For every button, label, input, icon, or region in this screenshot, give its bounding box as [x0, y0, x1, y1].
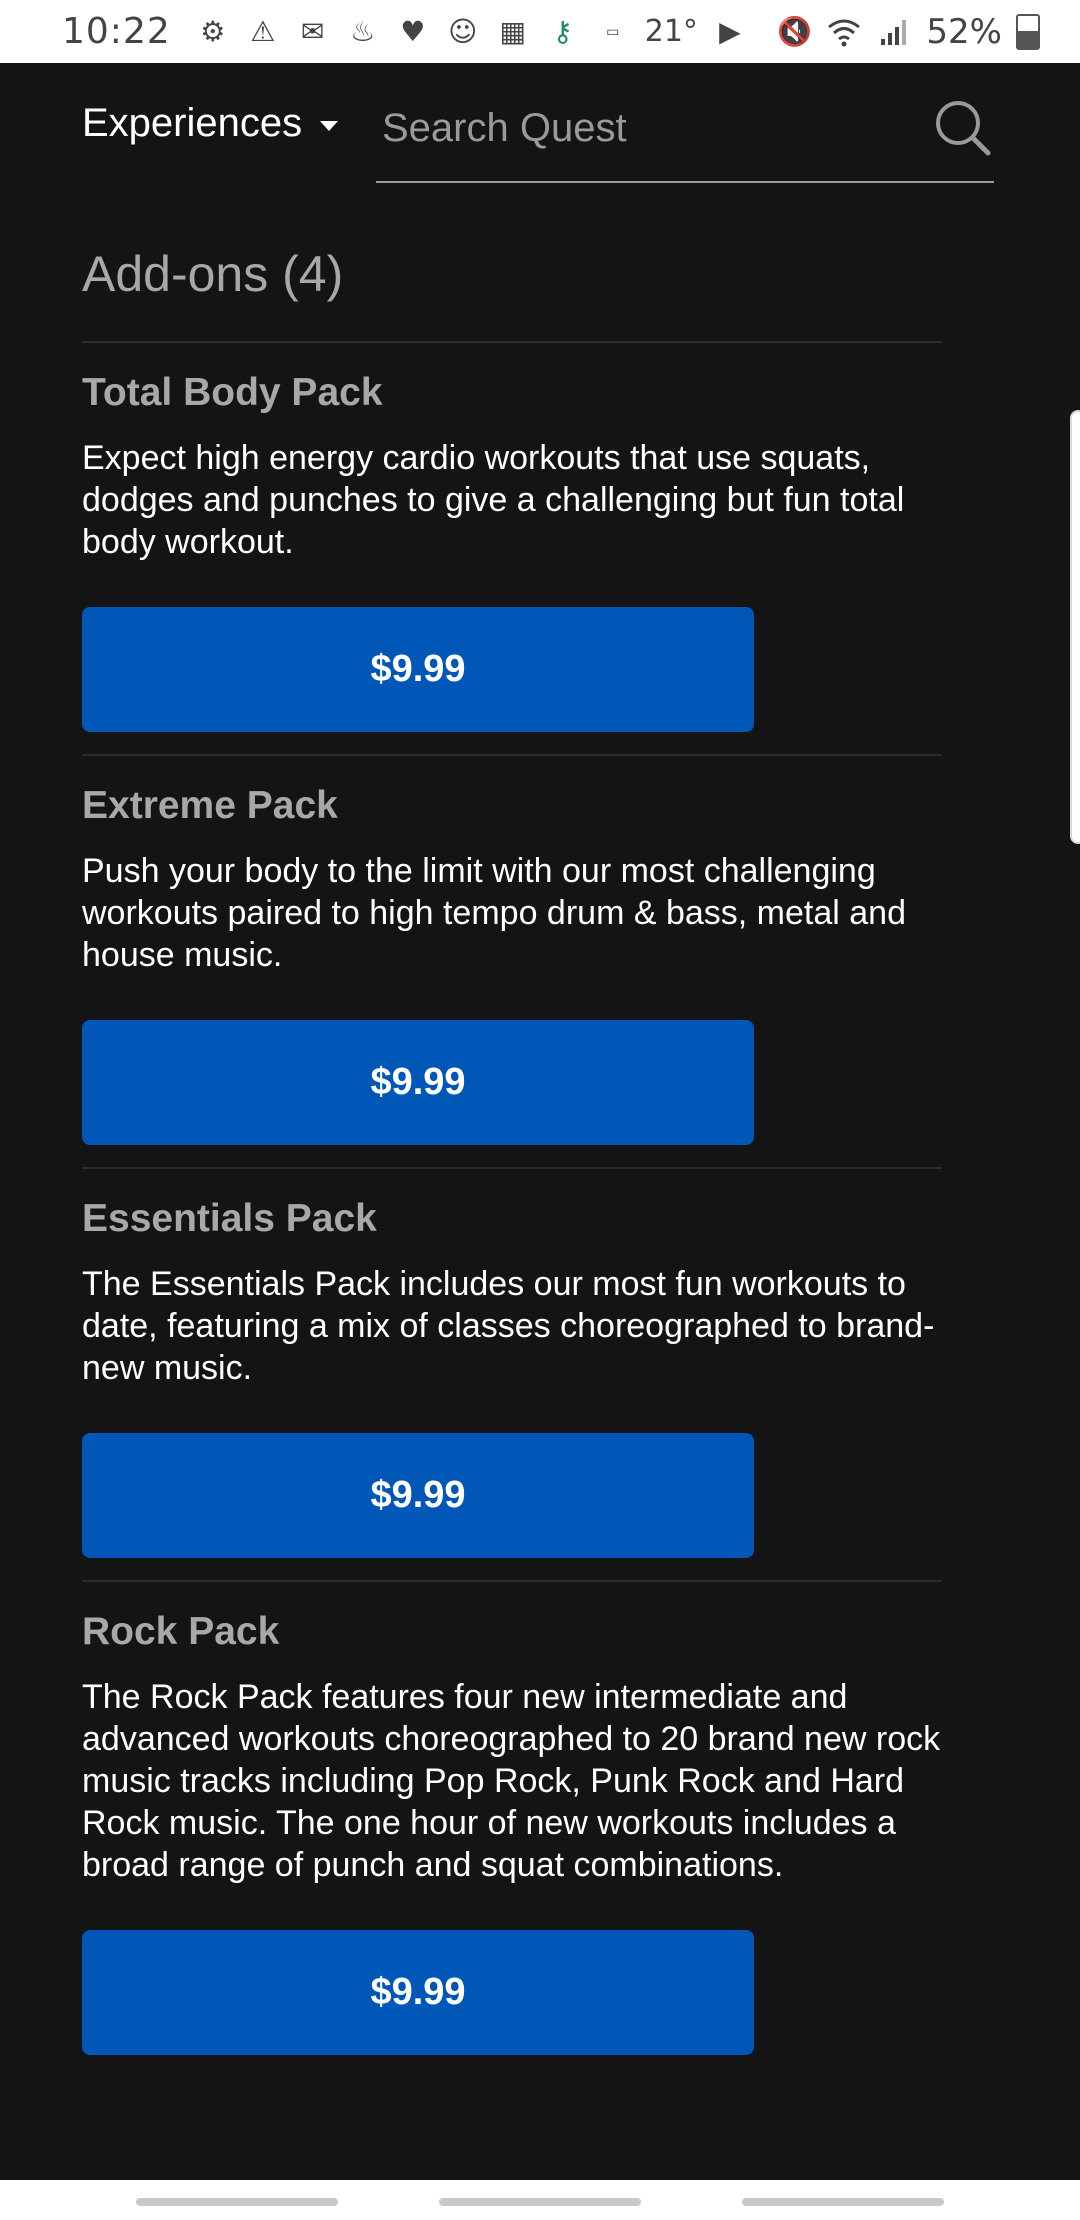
chevron-down-icon	[320, 120, 339, 131]
addon-card: Rock Pack The Rock Pack features four ne…	[82, 1580, 942, 2055]
status-time: 10:22	[62, 11, 171, 52]
addon-card: Extreme Pack Push your body to the limit…	[82, 754, 942, 1167]
addon-description: Push your body to the limit with our mos…	[82, 852, 906, 974]
card-spacer	[82, 1145, 942, 1167]
battery-percent: 52%	[926, 11, 1002, 52]
back-button[interactable]	[742, 2198, 944, 2206]
key-icon: ⚷	[552, 15, 573, 48]
edge-panel-handle[interactable]	[1070, 410, 1080, 844]
price-button[interactable]: $9.99	[82, 1433, 754, 1558]
search-bar	[376, 85, 994, 183]
addon-description: Expect high energy cardio workouts that …	[82, 439, 905, 561]
heart-icon: ♥	[400, 15, 426, 48]
card-spacer	[82, 732, 942, 754]
navigation-bar	[0, 2180, 1080, 2220]
addon-title: Rock Pack	[82, 1610, 280, 1653]
home-button[interactable]	[439, 2198, 641, 2206]
amazon-icon: ▭	[606, 23, 620, 40]
recents-button[interactable]	[136, 2198, 338, 2206]
addon-description: The Essentials Pack includes our most fu…	[82, 1265, 935, 1387]
mute-icon: 🔇	[776, 15, 812, 48]
addon-title: Essentials Pack	[82, 1197, 377, 1240]
addon-title: Extreme Pack	[82, 784, 338, 827]
baby-icon: ☺	[448, 15, 478, 48]
play-icon: ▶	[719, 15, 741, 48]
price-button[interactable]: $9.99	[82, 607, 754, 732]
addon-title: Total Body Pack	[82, 371, 383, 414]
battery-fill	[1018, 30, 1038, 48]
status-bar: 10:22 ⚙ ⚠ ✉ ♨ ♥ ☺ ▦ ⚷ ▭ 21° ▶ 🔇 52%	[0, 0, 1080, 63]
warning-icon: ⚠	[250, 15, 276, 48]
wifi-icon	[826, 14, 862, 50]
search-icon[interactable]	[932, 97, 994, 159]
gmail-icon: ✉	[301, 15, 325, 48]
status-right: 🔇 52%	[776, 0, 1040, 63]
notification-icon: ♨	[350, 15, 376, 48]
settings-icon: ⚙	[200, 15, 226, 48]
addon-card: Total Body Pack Expect high energy cardi…	[82, 341, 942, 754]
battery-icon	[1016, 13, 1040, 50]
addon-description: The Rock Pack features four new intermed…	[82, 1678, 941, 1884]
price-button[interactable]: $9.99	[82, 1020, 754, 1145]
price-button[interactable]: $9.99	[82, 1930, 754, 2055]
experiences-label: Experiences	[82, 101, 303, 145]
search-input[interactable]	[380, 99, 904, 157]
addons-content: Add-ons (4) Total Body Pack Expect high …	[82, 193, 942, 2055]
experiences-dropdown[interactable]: Experiences	[82, 101, 339, 146]
section-title: Add-ons (4)	[82, 246, 344, 302]
status-left: 10:22 ⚙ ⚠ ✉ ♨ ♥ ☺ ▦ ⚷ ▭ 21° ▶	[62, 0, 748, 63]
signal-icon	[876, 14, 912, 50]
card-spacer	[82, 1558, 942, 1580]
status-temperature: 21°	[644, 14, 698, 49]
addon-card: Essentials Pack The Essentials Pack incl…	[82, 1167, 942, 1580]
header: Experiences	[0, 63, 1080, 193]
shop-icon: ▦	[499, 15, 526, 48]
